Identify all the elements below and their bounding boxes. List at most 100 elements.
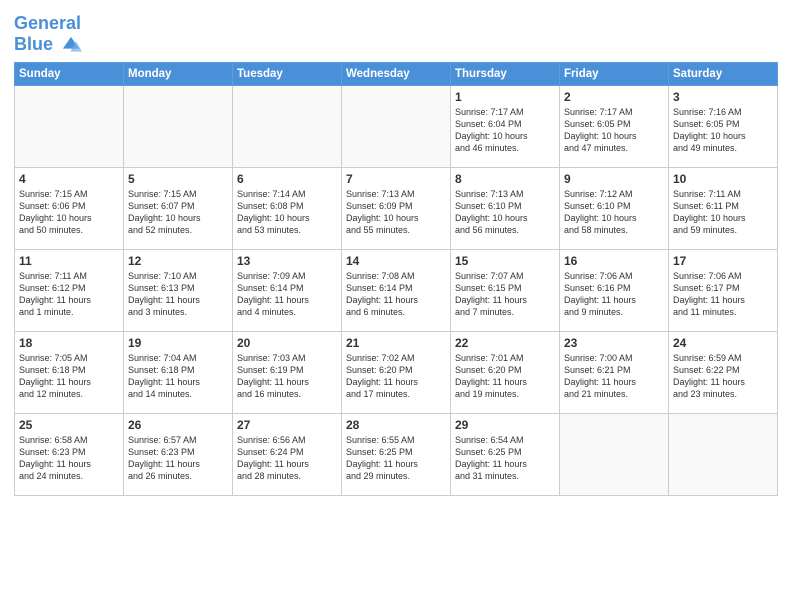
calendar-cell: 2 Sunrise: 7:17 AM Sunset: 6:05 PM Daylig… bbox=[560, 85, 669, 167]
cell-info: Sunrise: 7:15 AM Sunset: 6:07 PM Dayligh… bbox=[128, 188, 228, 237]
calendar-cell: 6 Sunrise: 7:14 AM Sunset: 6:08 PM Daylig… bbox=[233, 167, 342, 249]
calendar-cell: 10 Sunrise: 7:11 AM Sunset: 6:11 PM Dayli… bbox=[669, 167, 778, 249]
calendar-week-4: 25 Sunrise: 6:58 AM Sunset: 6:23 PM Dayli… bbox=[15, 413, 778, 495]
calendar-week-2: 11 Sunrise: 7:11 AM Sunset: 6:12 PM Dayli… bbox=[15, 249, 778, 331]
day-number: 15 bbox=[455, 254, 555, 268]
calendar-cell: 9Sunrise: 7:12 AM Sunset: 6:10 PM Daylig… bbox=[560, 167, 669, 249]
cell-info: Sunrise: 7:06 AM Sunset: 6:17 PM Dayligh… bbox=[673, 270, 773, 319]
day-number: 10 bbox=[673, 172, 773, 186]
logo-text2: Blue bbox=[14, 34, 82, 56]
calendar-cell: 11 Sunrise: 7:11 AM Sunset: 6:12 PM Dayli… bbox=[15, 249, 124, 331]
day-number: 18 bbox=[19, 336, 119, 350]
day-header-tuesday: Tuesday bbox=[233, 62, 342, 85]
day-number: 28 bbox=[346, 418, 446, 432]
calendar-cell: 7 Sunrise: 7:13 AM Sunset: 6:09 PM Daylig… bbox=[342, 167, 451, 249]
day-number: 25 bbox=[19, 418, 119, 432]
cell-info: Sunrise: 7:06 AM Sunset: 6:16 PM Dayligh… bbox=[564, 270, 664, 319]
day-number: 29 bbox=[455, 418, 555, 432]
calendar-cell bbox=[342, 85, 451, 167]
day-number: 27 bbox=[237, 418, 337, 432]
day-number: 8 bbox=[455, 172, 555, 186]
day-number: 5 bbox=[128, 172, 228, 186]
calendar-header-row: SundayMondayTuesdayWednesdayThursdayFrid… bbox=[15, 62, 778, 85]
day-number: 13 bbox=[237, 254, 337, 268]
cell-info: Sunrise: 7:13 AM Sunset: 6:10 PM Dayligh… bbox=[455, 188, 555, 237]
day-number: 20 bbox=[237, 336, 337, 350]
day-number: 3 bbox=[673, 90, 773, 104]
calendar-cell: 17 Sunrise: 7:06 AM Sunset: 6:17 PM Dayli… bbox=[669, 249, 778, 331]
calendar-cell: 19 Sunrise: 7:04 AM Sunset: 6:18 PM Dayli… bbox=[124, 331, 233, 413]
calendar-cell: 26 Sunrise: 6:57 AM Sunset: 6:23 PM Dayli… bbox=[124, 413, 233, 495]
cell-info: Sunrise: 7:00 AM Sunset: 6:21 PM Dayligh… bbox=[564, 352, 664, 401]
header: General Blue bbox=[14, 10, 778, 56]
day-number: 6 bbox=[237, 172, 337, 186]
day-number: 21 bbox=[346, 336, 446, 350]
calendar-cell: 8 Sunrise: 7:13 AM Sunset: 6:10 PM Daylig… bbox=[451, 167, 560, 249]
calendar-table: SundayMondayTuesdayWednesdayThursdayFrid… bbox=[14, 62, 778, 496]
day-number: 26 bbox=[128, 418, 228, 432]
cell-info: Sunrise: 6:58 AM Sunset: 6:23 PM Dayligh… bbox=[19, 434, 119, 483]
cell-info: Sunrise: 7:09 AM Sunset: 6:14 PM Dayligh… bbox=[237, 270, 337, 319]
calendar-cell: 16Sunrise: 7:06 AM Sunset: 6:16 PM Dayli… bbox=[560, 249, 669, 331]
day-number: 11 bbox=[19, 254, 119, 268]
calendar-cell: 1 Sunrise: 7:17 AM Sunset: 6:04 PM Daylig… bbox=[451, 85, 560, 167]
calendar-cell: 14Sunrise: 7:08 AM Sunset: 6:14 PM Dayli… bbox=[342, 249, 451, 331]
calendar-cell: 22 Sunrise: 7:01 AM Sunset: 6:20 PM Dayli… bbox=[451, 331, 560, 413]
day-header-wednesday: Wednesday bbox=[342, 62, 451, 85]
calendar-cell: 23Sunrise: 7:00 AM Sunset: 6:21 PM Dayli… bbox=[560, 331, 669, 413]
calendar-week-3: 18 Sunrise: 7:05 AM Sunset: 6:18 PM Dayli… bbox=[15, 331, 778, 413]
cell-info: Sunrise: 7:14 AM Sunset: 6:08 PM Dayligh… bbox=[237, 188, 337, 237]
calendar-cell: 28Sunrise: 6:55 AM Sunset: 6:25 PM Dayli… bbox=[342, 413, 451, 495]
cell-info: Sunrise: 7:11 AM Sunset: 6:11 PM Dayligh… bbox=[673, 188, 773, 237]
cell-info: Sunrise: 7:02 AM Sunset: 6:20 PM Dayligh… bbox=[346, 352, 446, 401]
day-number: 22 bbox=[455, 336, 555, 350]
calendar-cell: 18 Sunrise: 7:05 AM Sunset: 6:18 PM Dayli… bbox=[15, 331, 124, 413]
day-number: 7 bbox=[346, 172, 446, 186]
cell-info: Sunrise: 7:13 AM Sunset: 6:09 PM Dayligh… bbox=[346, 188, 446, 237]
day-header-friday: Friday bbox=[560, 62, 669, 85]
day-header-monday: Monday bbox=[124, 62, 233, 85]
cell-info: Sunrise: 6:57 AM Sunset: 6:23 PM Dayligh… bbox=[128, 434, 228, 483]
calendar-week-1: 4 Sunrise: 7:15 AM Sunset: 6:06 PM Daylig… bbox=[15, 167, 778, 249]
cell-info: Sunrise: 6:59 AM Sunset: 6:22 PM Dayligh… bbox=[673, 352, 773, 401]
calendar-cell: 24Sunrise: 6:59 AM Sunset: 6:22 PM Dayli… bbox=[669, 331, 778, 413]
cell-info: Sunrise: 6:56 AM Sunset: 6:24 PM Dayligh… bbox=[237, 434, 337, 483]
calendar-cell: 21 Sunrise: 7:02 AM Sunset: 6:20 PM Dayli… bbox=[342, 331, 451, 413]
day-number: 19 bbox=[128, 336, 228, 350]
calendar-cell: 20 Sunrise: 7:03 AM Sunset: 6:19 PM Dayli… bbox=[233, 331, 342, 413]
calendar-cell: 3 Sunrise: 7:16 AM Sunset: 6:05 PM Daylig… bbox=[669, 85, 778, 167]
day-number: 14 bbox=[346, 254, 446, 268]
calendar-cell bbox=[560, 413, 669, 495]
day-number: 17 bbox=[673, 254, 773, 268]
calendar-cell bbox=[233, 85, 342, 167]
calendar-cell bbox=[15, 85, 124, 167]
day-header-saturday: Saturday bbox=[669, 62, 778, 85]
day-number: 4 bbox=[19, 172, 119, 186]
day-number: 1 bbox=[455, 90, 555, 104]
calendar-cell: 12Sunrise: 7:10 AM Sunset: 6:13 PM Dayli… bbox=[124, 249, 233, 331]
cell-info: Sunrise: 7:16 AM Sunset: 6:05 PM Dayligh… bbox=[673, 106, 773, 155]
logo-text: General bbox=[14, 14, 82, 34]
cell-info: Sunrise: 6:54 AM Sunset: 6:25 PM Dayligh… bbox=[455, 434, 555, 483]
calendar-cell bbox=[124, 85, 233, 167]
cell-info: Sunrise: 7:12 AM Sunset: 6:10 PM Dayligh… bbox=[564, 188, 664, 237]
cell-info: Sunrise: 7:07 AM Sunset: 6:15 PM Dayligh… bbox=[455, 270, 555, 319]
calendar-cell: 29 Sunrise: 6:54 AM Sunset: 6:25 PM Dayli… bbox=[451, 413, 560, 495]
cell-info: Sunrise: 7:11 AM Sunset: 6:12 PM Dayligh… bbox=[19, 270, 119, 319]
cell-info: Sunrise: 7:01 AM Sunset: 6:20 PM Dayligh… bbox=[455, 352, 555, 401]
calendar-cell: 4 Sunrise: 7:15 AM Sunset: 6:06 PM Daylig… bbox=[15, 167, 124, 249]
page-container: General Blue SundayMondayTuesdayWednesda… bbox=[0, 0, 792, 504]
calendar-week-0: 1 Sunrise: 7:17 AM Sunset: 6:04 PM Daylig… bbox=[15, 85, 778, 167]
day-header-thursday: Thursday bbox=[451, 62, 560, 85]
cell-info: Sunrise: 7:05 AM Sunset: 6:18 PM Dayligh… bbox=[19, 352, 119, 401]
logo: General Blue bbox=[14, 14, 82, 56]
cell-info: Sunrise: 7:15 AM Sunset: 6:06 PM Dayligh… bbox=[19, 188, 119, 237]
cell-info: Sunrise: 7:17 AM Sunset: 6:05 PM Dayligh… bbox=[564, 106, 664, 155]
day-header-sunday: Sunday bbox=[15, 62, 124, 85]
day-number: 2 bbox=[564, 90, 664, 104]
calendar-cell: 13 Sunrise: 7:09 AM Sunset: 6:14 PM Dayli… bbox=[233, 249, 342, 331]
cell-info: Sunrise: 7:17 AM Sunset: 6:04 PM Dayligh… bbox=[455, 106, 555, 155]
cell-info: Sunrise: 7:03 AM Sunset: 6:19 PM Dayligh… bbox=[237, 352, 337, 401]
cell-info: Sunrise: 7:04 AM Sunset: 6:18 PM Dayligh… bbox=[128, 352, 228, 401]
day-number: 12 bbox=[128, 254, 228, 268]
